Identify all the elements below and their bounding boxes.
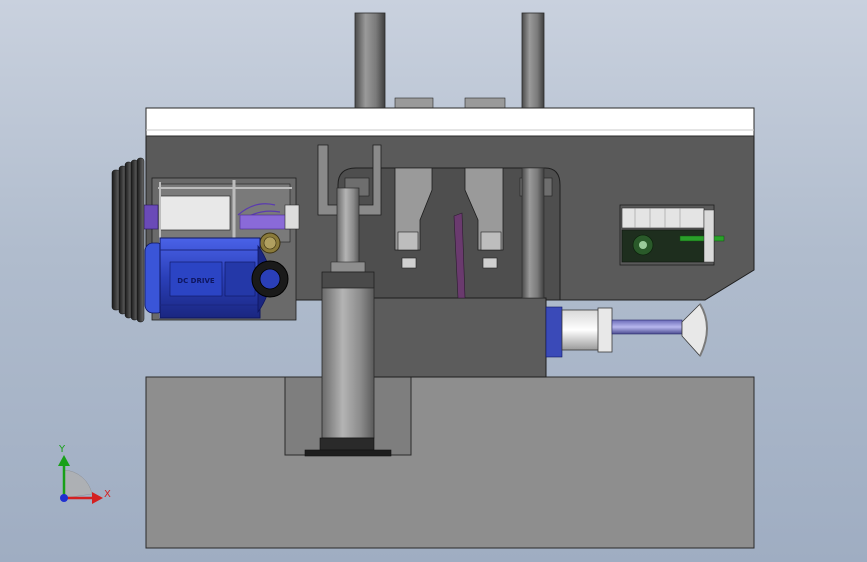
slide-block [371,297,547,378]
cad-viewport[interactable]: DC DRIVE Y X [0,0,867,562]
x-arrow-head [92,492,103,504]
cylinder-barrel [561,309,601,351]
guide-post-right [521,12,545,109]
post-cap-left [394,97,434,109]
post-cap-right [464,97,506,109]
pneumatic-cylinder [545,303,708,358]
cooling-fan [111,157,145,323]
gearbox-cover [159,195,231,231]
top-plate [145,107,755,137]
guide-posts [354,12,545,109]
coordinate-triad: Y X [58,444,111,504]
side-actuator-module [619,204,725,266]
inner-guide-post [521,167,545,299]
module-indicator-rod [679,235,725,242]
motor-label: DC DRIVE [177,277,215,285]
shaft-coupling [141,204,159,230]
assembly-drawing: DC DRIVE Y X [58,12,755,549]
y-arrow-head [58,455,70,466]
base-block [145,376,755,549]
column-shaft [321,287,375,439]
guide-post-left [354,12,386,109]
column-foot [304,449,392,457]
x-axis-label: X [104,489,111,500]
column-collar [321,271,375,289]
z-axis-dot [60,494,68,502]
cylinder-rod [611,319,683,335]
y-axis-label: Y [58,444,66,455]
